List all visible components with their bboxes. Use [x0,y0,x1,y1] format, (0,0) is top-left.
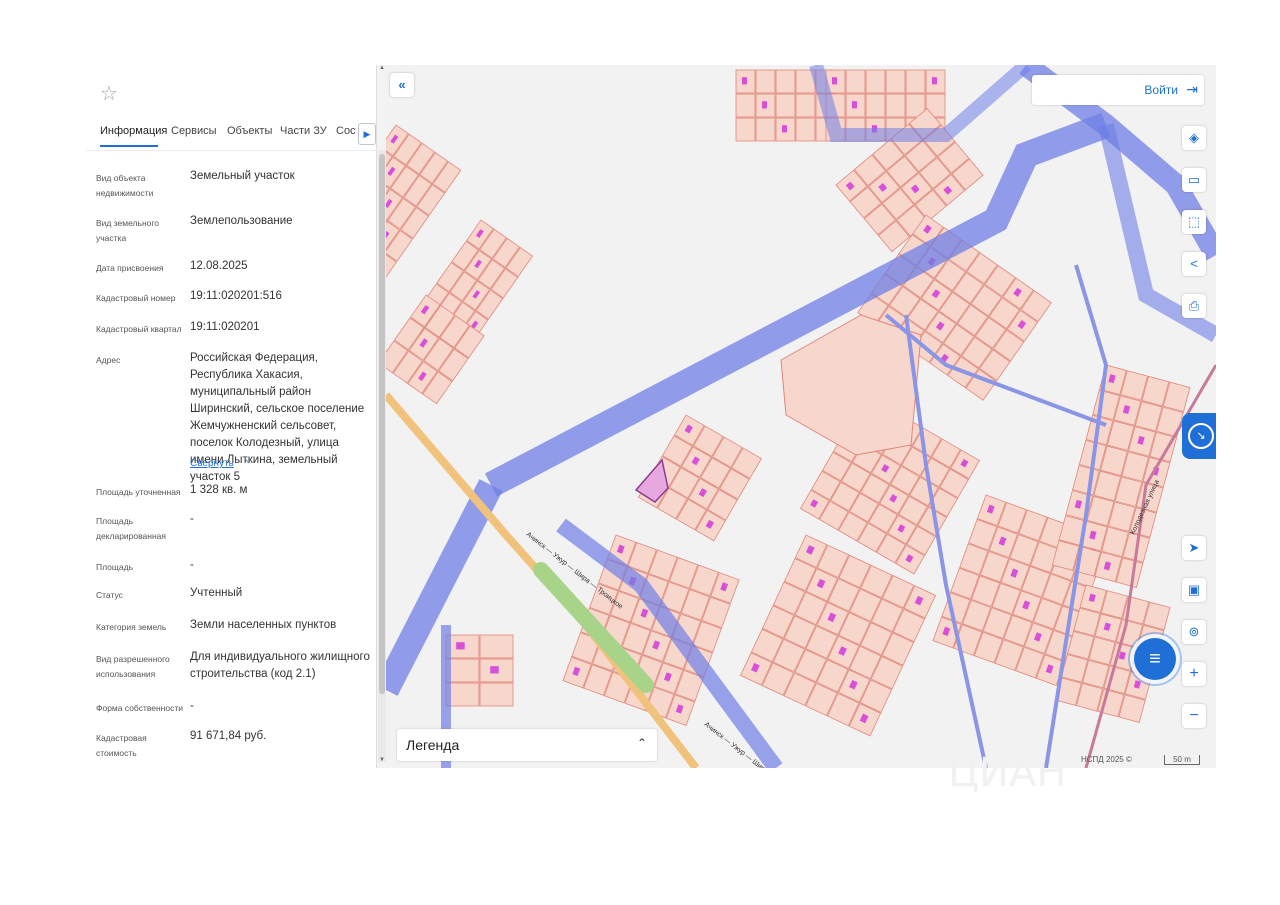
menu-fab-icon[interactable]: ≡ [1134,638,1176,680]
building [490,666,499,674]
building [852,101,857,109]
building [762,101,767,109]
row-label: Категория земель [96,622,167,632]
parcel[interactable] [795,117,816,142]
parcel[interactable] [775,93,796,118]
parcel[interactable] [845,69,866,94]
row-value: Для индивидуального жилищного строительс… [190,651,370,680]
chevron-up-icon: ^ [244,458,249,468]
tab-bar: Информация Сервисы Объекты Части ЗУ Сост… [86,117,376,151]
parcel[interactable] [479,682,514,707]
parcel[interactable] [885,93,906,118]
collapse-panel-icon[interactable]: « [390,73,414,97]
tab-services[interactable]: Сервисы [171,125,217,137]
legend-label: Легенда [406,737,460,753]
tab-objects[interactable]: Объекты [227,125,272,137]
zoom-out-icon[interactable]: − [1182,704,1206,728]
login-button[interactable]: Войти ⇥ [1032,75,1204,105]
row-value[interactable]: 19:11:020201 [190,319,372,336]
login-label: Войти [1144,83,1178,97]
tabs-scroll-right-icon[interactable]: ▶ [358,123,376,145]
parcel[interactable] [865,69,886,94]
row-label: Дата присвоения [96,263,164,273]
parcel[interactable] [885,69,906,94]
row-value: 1 328 кв. м [190,484,248,496]
row-value: - [190,700,194,712]
row-label: Площадь декларированная [96,516,166,541]
row-label: Кадастровый квартал [96,324,182,334]
row-label: Кадастровый номер [96,293,176,303]
parcel[interactable] [775,69,796,94]
row-label: Вид земельного участка [96,218,160,243]
building [832,77,837,85]
row-label: Адрес [96,355,121,365]
favorite-star-icon[interactable]: ☆ [96,81,122,107]
scroll-up-icon[interactable]: ▲ [378,65,386,73]
geolocate-icon[interactable]: ➤ [1182,536,1206,560]
minimap-icon[interactable]: ▣ [1182,578,1206,602]
row-value: Земельный участок [190,170,295,182]
row-label: Вид объекта недвижимости [96,173,154,198]
share-icon[interactable]: < [1182,252,1206,276]
building [782,125,787,133]
scroll-down-icon[interactable]: ▼ [378,757,386,765]
tab-information[interactable]: Информация [100,125,167,137]
parcel[interactable] [795,93,816,118]
login-icon: ⇥ [1186,81,1198,97]
parcel[interactable] [755,117,776,142]
tab-parts[interactable]: Части ЗУ [280,125,327,137]
panel-scrollbar[interactable] [378,150,386,762]
parcel[interactable] [735,117,756,142]
collapse-label: Свернуть [190,458,234,469]
row-label: Площадь [96,562,134,572]
row-label: Статус [96,590,123,600]
side-panel-tab[interactable]: ↘ [1182,413,1216,459]
row-value: - [190,559,194,571]
row-value[interactable]: 19:11:020201:516 [190,288,372,305]
parcel[interactable] [479,634,514,659]
active-tab-indicator [100,145,158,147]
scale-bar: 50 m [1164,755,1200,765]
info-panel: ☆ Информация Сервисы Объекты Части ЗУ Со… [86,65,377,768]
attribution: НСПД 2025 © [1081,755,1132,764]
divider [86,150,376,151]
row-value: Землепользование [190,215,293,227]
chevron-updown-icon: ⌃ [636,736,647,750]
row-label: Площадь уточненная [96,487,181,497]
area-select-icon[interactable]: ⬚ [1182,210,1206,234]
pin-icon[interactable]: ⊚ [1182,620,1206,644]
scrollbar-thumb[interactable] [379,154,385,694]
print-icon[interactable]: ⎙ [1182,294,1206,318]
building [932,77,937,85]
parcel[interactable] [755,69,776,94]
row-value: Учтенный [190,587,243,599]
app-frame: ☆ Информация Сервисы Объекты Части ЗУ Со… [86,65,1216,768]
zoom-in-icon[interactable]: + [1182,662,1206,686]
row-value: Земли населенных пунктов [190,619,337,631]
map-tool-icon: ↘ [1188,423,1214,449]
parcel[interactable] [735,93,756,118]
cadastral-map[interactable]: Ачинск — Ужур — Шира — Троицкое Ачинск —… [386,65,1216,768]
building [456,642,465,650]
row-label: Форма собственности [96,703,183,713]
collapse-link[interactable]: Свернуть ^ [190,453,249,471]
building [742,77,747,85]
watermark: ЦИАН [948,750,1067,796]
parcel[interactable] [905,69,926,94]
row-label: Вид разрешенного использования [96,654,170,679]
ruler-icon[interactable]: ▭ [1182,168,1206,192]
row-label: Кадастровая стоимость [96,733,147,758]
row-value: - [190,513,194,525]
tab-composition[interactable]: Состав [336,125,356,137]
legend-dropdown[interactable]: Легенда ⌃ [397,729,657,761]
parcel[interactable] [865,93,886,118]
row-value: 91 671,84 руб. [190,730,267,742]
row-value: 12.08.2025 [190,260,248,272]
layers-icon[interactable]: ◈ [1182,126,1206,150]
